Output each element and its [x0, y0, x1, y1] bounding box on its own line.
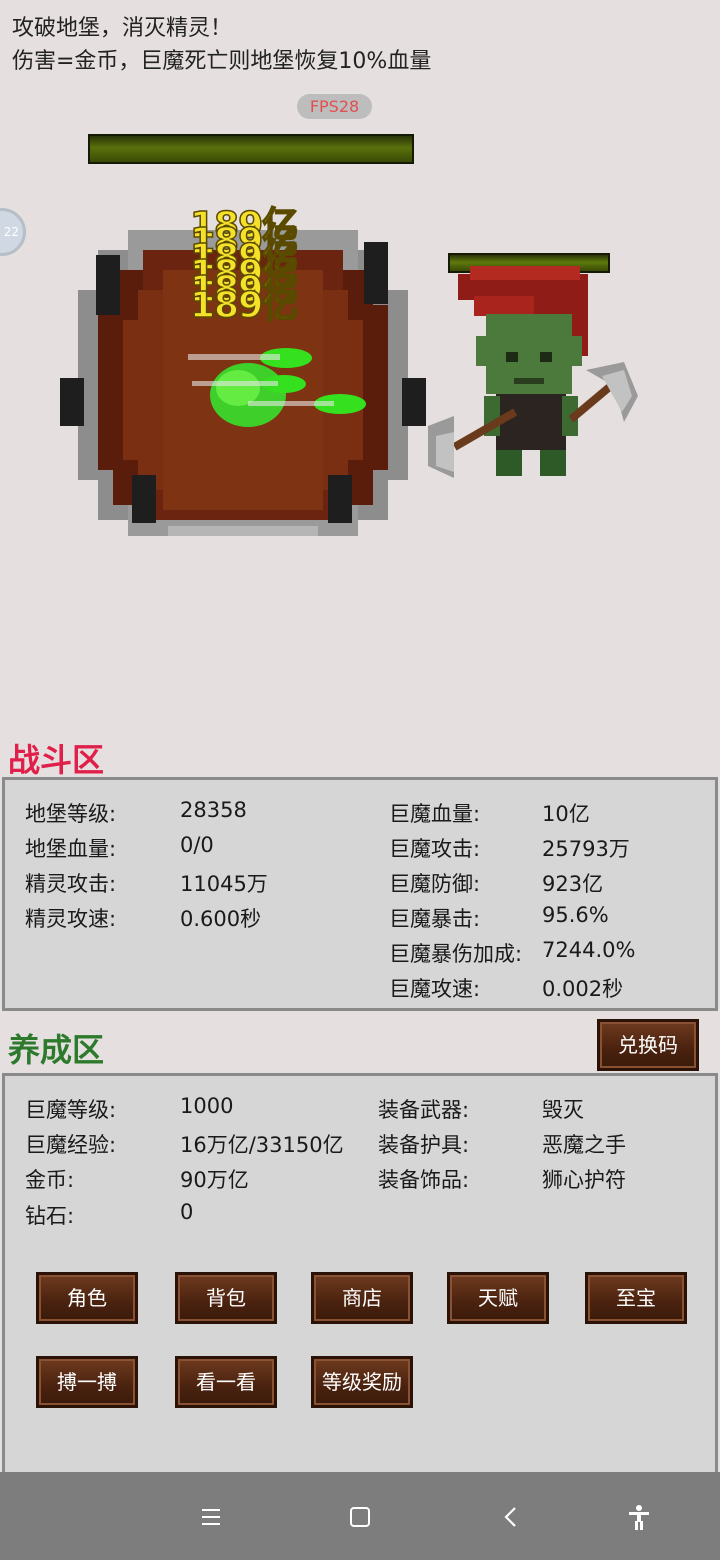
stat-value: 7244.0% — [542, 938, 636, 962]
stat-label: 装备饰品: — [378, 1168, 470, 1192]
battle-section-title: 战斗区 — [8, 741, 105, 779]
treasure-button[interactable]: 至宝 — [585, 1272, 687, 1324]
intro-line-2: 伤害=金币，巨魔死亡则地堡恢复10%血量 — [12, 49, 432, 74]
back-chevron-icon[interactable] — [496, 1502, 526, 1532]
stat-label: 精灵攻速: — [25, 907, 117, 931]
system-nav-bar — [0, 1472, 720, 1560]
stat-value: 0 — [180, 1200, 194, 1224]
stat-label: 巨魔暴击: — [389, 907, 481, 931]
stat-label: 钻石: — [25, 1204, 75, 1228]
battle-stats-panel: 地堡等级: 28358 地堡血量: 0/0 精灵攻击: 11045万 精灵攻速:… — [2, 777, 718, 1011]
stat-value: 狮心护符 — [542, 1168, 626, 1192]
stat-value: 923亿 — [542, 872, 604, 896]
stat-label: 地堡等级: — [25, 802, 117, 826]
growth-panel: 巨魔等级: 1000 巨魔经验: 16万亿/33150亿 金币: 90万亿 钻石… — [2, 1073, 718, 1475]
stat-value: 0/0 — [180, 833, 214, 857]
stat-label: 装备护具: — [378, 1133, 470, 1157]
damage-number: 189亿 — [189, 284, 299, 327]
stat-value: 毁灭 — [542, 1098, 584, 1122]
troll-sprite — [428, 266, 638, 478]
stat-value: 0.600秒 — [180, 907, 262, 931]
stat-label: 巨魔血量: — [389, 802, 481, 826]
shop-button[interactable]: 商店 — [311, 1272, 413, 1324]
stat-label: 金币: — [25, 1168, 75, 1192]
stat-label: 巨魔攻击: — [389, 837, 481, 861]
talent-button[interactable]: 天赋 — [447, 1272, 549, 1324]
redeem-code-button[interactable]: 兑换码 — [597, 1019, 699, 1071]
watch-ad-button[interactable]: 看一看 — [175, 1356, 277, 1408]
stat-value: 95.6% — [542, 903, 609, 927]
stat-label: 巨魔经验: — [25, 1133, 117, 1157]
fps-badge: FPS28 — [297, 94, 372, 119]
stat-label: 巨魔等级: — [25, 1098, 117, 1122]
backpack-button[interactable]: 背包 — [175, 1272, 277, 1324]
level-reward-button[interactable]: 等级奖励 — [311, 1356, 413, 1408]
intro-line-1: 攻破地堡，消灭精灵！ — [12, 16, 233, 41]
stat-value: 1000 — [180, 1094, 234, 1118]
stat-label: 巨魔暴伤加成: — [389, 942, 523, 966]
stat-label: 地堡血量: — [25, 837, 117, 861]
stat-value: 10亿 — [542, 802, 590, 826]
stat-value: 28358 — [180, 798, 247, 822]
floating-side-badge[interactable]: 22 — [0, 208, 26, 256]
stat-label: 巨魔攻速: — [389, 977, 481, 1001]
gamble-button[interactable]: 搏一搏 — [36, 1356, 138, 1408]
stat-value: 90万亿 — [180, 1168, 249, 1192]
accessibility-icon[interactable] — [624, 1502, 654, 1532]
stat-value: 11045万 — [180, 872, 268, 896]
stat-value: 16万亿/33150亿 — [180, 1133, 344, 1157]
growth-section-title: 养成区 — [8, 1031, 105, 1069]
stat-value: 25793万 — [542, 837, 630, 861]
stat-value: 恶魔之手 — [542, 1133, 626, 1157]
home-square-icon[interactable] — [345, 1502, 375, 1532]
stat-label: 精灵攻击: — [25, 872, 117, 896]
stat-label: 装备武器: — [378, 1098, 470, 1122]
menu-icon[interactable] — [196, 1502, 226, 1532]
character-button[interactable]: 角色 — [36, 1272, 138, 1324]
stat-value: 0.002秒 — [542, 977, 624, 1001]
bunker-health-bar — [88, 134, 414, 164]
damage-popups: 189亿 189亿 189亿 189亿 189亿 189亿 — [189, 196, 330, 336]
stat-label: 巨魔防御: — [389, 872, 481, 896]
